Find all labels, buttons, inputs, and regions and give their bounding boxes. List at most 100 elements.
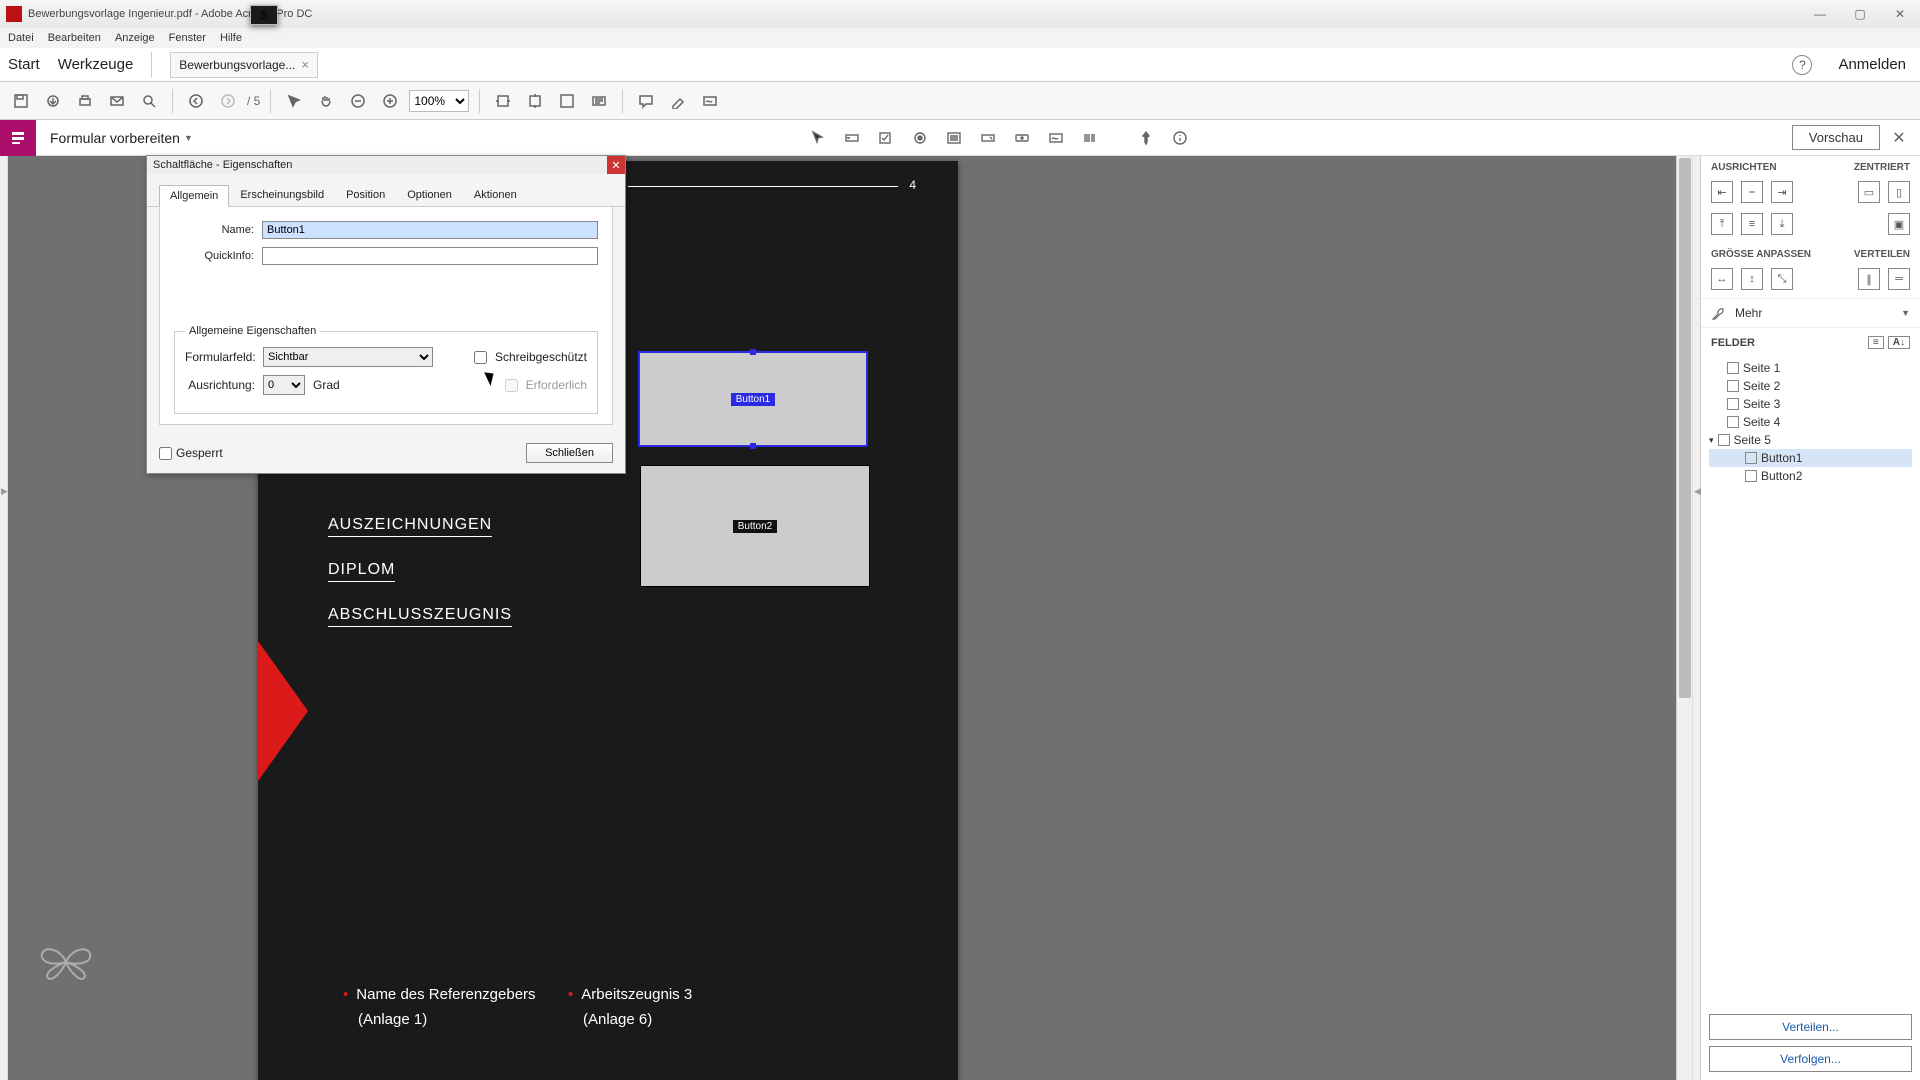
sign-icon[interactable] [697,88,723,114]
zoom-in-icon[interactable] [377,88,403,114]
page-node-1[interactable]: Seite 1 [1709,359,1912,377]
tab-general[interactable]: Allgemein [159,185,229,207]
tab-start[interactable]: Start [8,56,40,73]
menu-view[interactable]: Anzeige [115,32,155,44]
highlight-icon[interactable] [665,88,691,114]
hand-icon[interactable] [313,88,339,114]
quickinfo-input[interactable] [262,247,598,265]
pin-icon[interactable] [1133,125,1159,151]
prev-page-icon[interactable] [183,88,209,114]
button-tool-icon[interactable] [1009,125,1035,151]
left-rail[interactable]: ▶ [0,156,8,1080]
radio-tool-icon[interactable] [907,125,933,151]
pointer-icon[interactable] [281,88,307,114]
close-button[interactable]: ✕ [1880,0,1920,28]
fieldset-legend: Allgemeine Eigenschaften [185,325,320,337]
listbox-tool-icon[interactable] [941,125,967,151]
right-rail-collapse[interactable]: ◀ [1692,156,1700,1080]
sort-order-icon[interactable]: ≡ [1868,336,1884,349]
document-tab[interactable]: Bewerbungsvorlage... × [170,52,318,78]
save-icon[interactable] [8,88,34,114]
resize-width-icon[interactable]: ↔ [1711,268,1733,290]
signature-tool-icon[interactable] [1043,125,1069,151]
form-button1-field[interactable]: Button1 [638,351,868,447]
tab-options[interactable]: Optionen [396,184,463,206]
close-tab-icon[interactable]: × [301,57,309,72]
preview-button[interactable]: Vorschau [1792,125,1880,150]
zoom-select[interactable]: 100% [409,90,469,112]
fit-page-icon[interactable] [522,88,548,114]
login-link[interactable]: Anmelden [1838,56,1906,73]
tab-position[interactable]: Position [335,184,396,206]
menu-window[interactable]: Fenster [169,32,206,44]
readonly-label: Schreibgeschützt [495,350,587,364]
section-awards: AUSZEICHNUNGEN [328,516,492,537]
info-icon[interactable] [1167,125,1193,151]
fit-width-icon[interactable] [490,88,516,114]
distribute-button[interactable]: Verteilen... [1709,1014,1912,1040]
vertical-scrollbar[interactable] [1676,156,1692,1080]
reference-list-1: Name des Referenzgebers [343,986,593,1003]
distribute-h-icon[interactable]: ∥ [1858,268,1880,290]
center-both-icon[interactable]: ▣ [1888,213,1910,235]
tabbar: Start Werkzeuge Bewerbungsvorlage... × ?… [0,48,1920,82]
name-input[interactable] [262,221,598,239]
resize-height-icon[interactable]: ↕ [1741,268,1763,290]
page-node-2[interactable]: Seite 2 [1709,377,1912,395]
mode-dropdown[interactable]: Formular vorbereiten ▼ [36,130,207,146]
menu-help[interactable]: Hilfe [220,32,242,44]
field-button2[interactable]: Button2 [1709,467,1912,485]
mail-icon[interactable] [104,88,130,114]
page-input[interactable] [250,5,278,25]
form-button2-field[interactable]: Button2 [640,465,870,587]
help-icon[interactable]: ? [1792,55,1812,75]
comment-icon[interactable] [633,88,659,114]
maximize-button[interactable]: ▢ [1840,0,1880,28]
page-node-3[interactable]: Seite 3 [1709,395,1912,413]
tab-appearance[interactable]: Erscheinungsbild [229,184,335,206]
tab-tools[interactable]: Werkzeuge [58,56,134,73]
zoom-out-icon[interactable] [345,88,371,114]
align-top-icon[interactable]: ⤒ [1711,213,1733,235]
page-node-4[interactable]: Seite 4 [1709,413,1912,431]
align-right-icon[interactable]: ⇥ [1771,181,1793,203]
checkbox-tool-icon[interactable] [873,125,899,151]
align-center-h-icon[interactable]: ⎯ [1741,181,1763,203]
more-dropdown[interactable]: Mehr ▼ [1701,298,1920,328]
readonly-checkbox[interactable] [474,351,487,364]
menu-edit[interactable]: Bearbeiten [48,32,101,44]
page-node-5[interactable]: ▾Seite 5 [1709,431,1912,449]
locked-checkbox[interactable] [159,447,172,460]
close-context-icon[interactable]: ✕ [1888,128,1910,148]
cloud-icon[interactable] [40,88,66,114]
field-button1[interactable]: Button1 [1709,449,1912,467]
center-v-icon[interactable]: ▯ [1888,181,1910,203]
center-h-icon[interactable]: ▭ [1858,181,1880,203]
select-tool-icon[interactable] [805,125,831,151]
search-icon[interactable] [136,88,162,114]
dropdown-tool-icon[interactable] [975,125,1001,151]
watermark-icon [38,939,94,985]
formfield-select[interactable]: Sichtbar [263,347,433,367]
print-icon[interactable] [72,88,98,114]
menu-file[interactable]: Datei [8,32,34,44]
tab-actions[interactable]: Aktionen [463,184,528,206]
barcode-tool-icon[interactable] [1077,125,1103,151]
fullscreen-icon[interactable] [554,88,580,114]
reading-icon[interactable] [586,88,612,114]
distribute-v-icon[interactable]: ═ [1888,268,1910,290]
minimize-button[interactable]: — [1800,0,1840,28]
track-button[interactable]: Verfolgen... [1709,1046,1912,1072]
sort-az-icon[interactable]: A↓ [1888,336,1910,349]
align-left-icon[interactable]: ⇤ [1711,181,1733,203]
orientation-select[interactable]: 0 [263,375,305,395]
textfield-tool-icon[interactable] [839,125,865,151]
align-header: AUSRICHTEN [1711,162,1777,173]
close-dialog-button[interactable]: Schließen [526,443,613,463]
resize-both-icon[interactable]: ⤡ [1771,268,1793,290]
form-mode-icon[interactable] [0,120,36,156]
next-page-icon[interactable] [215,88,241,114]
align-middle-icon[interactable]: ≡ [1741,213,1763,235]
dialog-close-icon[interactable]: ✕ [607,156,625,174]
align-bottom-icon[interactable]: ⤓ [1771,213,1793,235]
